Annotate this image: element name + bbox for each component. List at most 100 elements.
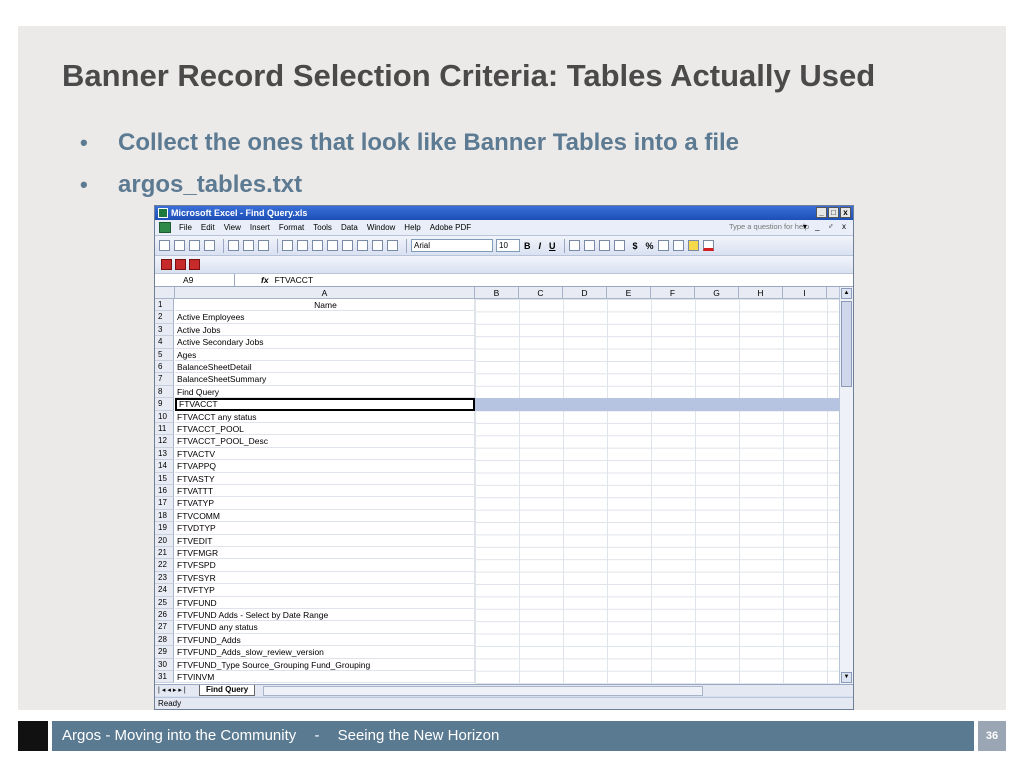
font-size-select[interactable]: 10: [496, 239, 520, 252]
borders-icon[interactable]: [672, 240, 684, 251]
table-name-cell[interactable]: FTVDTYP: [175, 522, 475, 535]
row-header[interactable]: 3: [155, 323, 174, 337]
column-header-d[interactable]: D: [563, 287, 607, 299]
table-name-cell[interactable]: FTVACCT_POOL_Desc: [175, 435, 475, 448]
row-header[interactable]: 26: [155, 609, 174, 622]
close-button[interactable]: x: [840, 207, 851, 218]
table-name-cell[interactable]: FTVEDIT: [175, 534, 475, 547]
align-center-icon[interactable]: [583, 240, 595, 251]
menu-tools[interactable]: Tools: [313, 223, 332, 232]
menu-format[interactable]: Format: [279, 223, 304, 232]
row-header[interactable]: 18: [155, 509, 174, 523]
table-name-cell[interactable]: FTVFUND_Adds: [175, 633, 475, 647]
table-name-cell[interactable]: FTVAPPQ: [175, 460, 475, 473]
help-search-input[interactable]: Type a question for help: [729, 222, 809, 231]
scroll-up-icon[interactable]: ▲: [841, 288, 852, 299]
menu-file[interactable]: File: [179, 223, 192, 232]
permission-icon[interactable]: [204, 240, 215, 251]
autosum-icon[interactable]: [342, 240, 353, 251]
align-left-icon[interactable]: [568, 240, 580, 251]
menu-edit[interactable]: Edit: [201, 223, 215, 232]
currency-button[interactable]: $: [633, 241, 638, 251]
table-name-cell[interactable]: FTVFMGR: [175, 547, 475, 560]
table-name-cell[interactable]: FTVFTYP: [175, 584, 475, 597]
row-header[interactable]: 23: [155, 571, 174, 585]
sort-ascending-icon[interactable]: [357, 240, 368, 251]
row-header[interactable]: 31: [155, 671, 174, 684]
row-header[interactable]: 9: [155, 398, 174, 411]
row-header[interactable]: 13: [155, 447, 174, 461]
column-header-a[interactable]: A: [175, 287, 475, 299]
row-header[interactable]: 24: [155, 584, 174, 597]
table-name-cell[interactable]: BalanceSheetSummary: [175, 373, 475, 386]
table-name-cell[interactable]: FTVFSPD: [175, 559, 475, 572]
row-header[interactable]: 15: [155, 472, 174, 485]
table-name-cell[interactable]: FTVFUND Adds - Select by Date Range: [175, 609, 475, 622]
menu-window[interactable]: Window: [367, 223, 395, 232]
table-name-cell[interactable]: FTVINVM: [175, 671, 475, 684]
row-header[interactable]: 29: [155, 646, 174, 659]
row-header[interactable]: 11: [155, 423, 174, 436]
row-header[interactable]: 4: [155, 336, 174, 349]
menu-help[interactable]: Help: [404, 223, 420, 232]
row-header[interactable]: 1: [155, 299, 174, 312]
table-name-cell[interactable]: BalanceSheetDetail: [175, 361, 475, 374]
bold-button[interactable]: B: [524, 241, 531, 251]
table-name-cell[interactable]: Active Secondary Jobs: [175, 336, 475, 349]
menu-data[interactable]: Data: [341, 223, 358, 232]
column-header-e[interactable]: E: [607, 287, 651, 299]
row-header[interactable]: 28: [155, 633, 174, 647]
row-header[interactable]: 20: [155, 534, 174, 547]
font-color-icon[interactable]: [702, 240, 714, 251]
row-header[interactable]: 6: [155, 361, 174, 374]
scroll-thumb[interactable]: [841, 301, 852, 387]
table-name-cell[interactable]: FTVFUND_Adds_slow_review_version: [175, 646, 475, 659]
vertical-scrollbar[interactable]: ▲ ▼: [839, 287, 853, 684]
window-titlebar[interactable]: Microsoft Excel - Find Query.xls _ □ x: [155, 206, 853, 220]
underline-button[interactable]: U: [549, 241, 556, 251]
column-header-b[interactable]: B: [475, 287, 519, 299]
table-name-cell[interactable]: FTVACTV: [175, 447, 475, 461]
document-window-controls[interactable]: ▾ _ ♂ x: [803, 222, 849, 231]
insert-function-icon[interactable]: fx: [261, 275, 269, 285]
undo-icon[interactable]: [312, 240, 323, 251]
hyperlink-icon[interactable]: [327, 240, 338, 251]
print-icon[interactable]: [228, 240, 239, 251]
row-header[interactable]: 7: [155, 373, 174, 386]
minimize-button[interactable]: _: [816, 207, 827, 218]
menu-insert[interactable]: Insert: [250, 223, 270, 232]
fill-color-icon[interactable]: [687, 240, 699, 251]
percent-button[interactable]: %: [646, 241, 654, 251]
row-header[interactable]: 22: [155, 559, 174, 572]
open-icon[interactable]: [174, 240, 185, 251]
table-name-cell[interactable]: FTVACCT_POOL: [175, 423, 475, 436]
scroll-down-icon[interactable]: ▼: [841, 672, 852, 683]
column-header-i[interactable]: I: [783, 287, 827, 299]
tab-navigation-icon[interactable]: |◂◂▸▸|: [158, 686, 188, 694]
table-name-cell[interactable]: FTVATTT: [175, 485, 475, 498]
menu-view[interactable]: View: [224, 223, 241, 232]
column-header-f[interactable]: F: [651, 287, 695, 299]
row-header[interactable]: 2: [155, 311, 174, 324]
help-icon[interactable]: [387, 240, 398, 251]
row-header[interactable]: 27: [155, 621, 174, 634]
table-name-cell[interactable]: Active Employees: [175, 311, 475, 324]
row-header[interactable]: 25: [155, 596, 174, 609]
italic-button[interactable]: I: [539, 241, 542, 251]
name-box[interactable]: A9: [155, 274, 235, 286]
row-header[interactable]: 12: [155, 435, 174, 448]
table-name-cell[interactable]: FTVFSYR: [175, 571, 475, 585]
row-header[interactable]: 19: [155, 522, 174, 535]
row-header[interactable]: 21: [155, 547, 174, 560]
table-name-cell[interactable]: FTVFUND any status: [175, 621, 475, 634]
print-preview-icon[interactable]: [243, 240, 254, 251]
table-name-cell[interactable]: FTVACCT any status: [175, 410, 475, 423]
row-header[interactable]: 16: [155, 485, 174, 498]
row-header[interactable]: 5: [155, 348, 174, 361]
table-name-cell[interactable]: FTVACCT: [175, 398, 475, 411]
table-name-cell[interactable]: FTVASTY: [175, 472, 475, 485]
column-header-g[interactable]: G: [695, 287, 739, 299]
empty-cells-area[interactable]: [475, 299, 841, 684]
convert-to-pdf-review-icon[interactable]: [189, 259, 200, 270]
table-name-cell[interactable]: Ages: [175, 348, 475, 361]
